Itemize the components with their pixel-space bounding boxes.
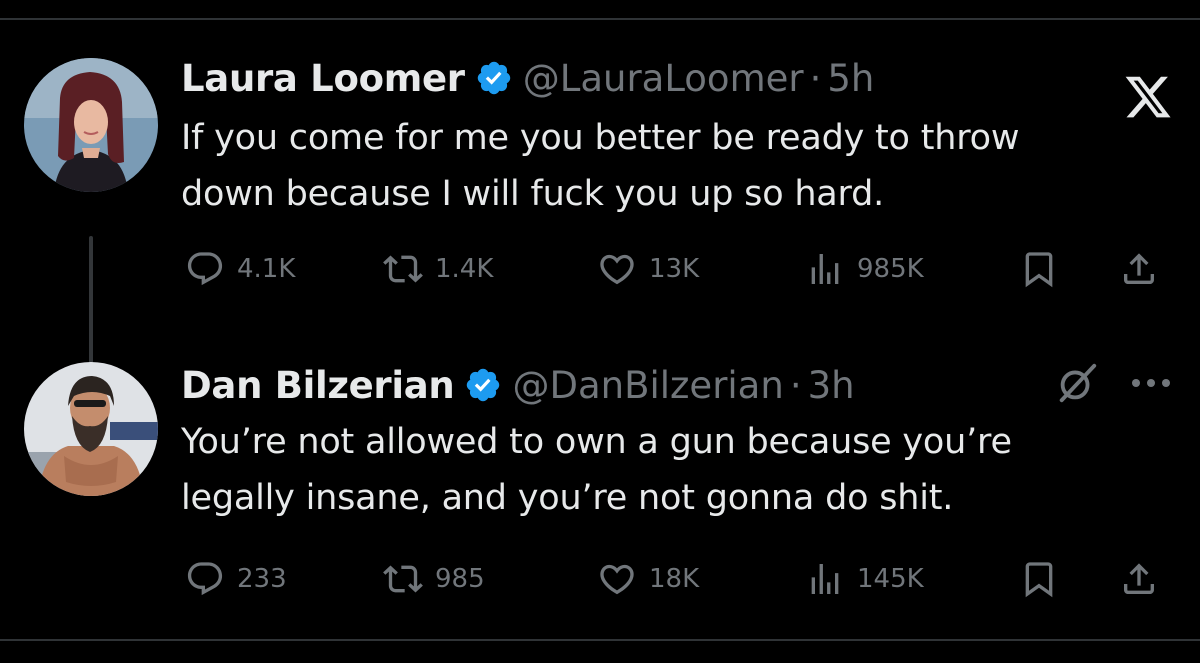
action-bar: 4.1K 1.4K 13K 985K xyxy=(181,244,1170,294)
tweet-header: Dan Bilzerian @DanBilzerian · 3h xyxy=(181,355,855,415)
like-button[interactable]: 13K xyxy=(597,244,699,294)
reply-count: 233 xyxy=(237,564,287,594)
tweet-text-line: You’re not allowed to own a gun because … xyxy=(181,422,1012,462)
bookmark-icon xyxy=(1025,252,1053,288)
share-icon xyxy=(1124,253,1154,284)
reply-count: 4.1K xyxy=(237,254,296,284)
repost-icon xyxy=(383,255,423,283)
more-icon[interactable] xyxy=(1128,376,1174,390)
tweet-text-line: legally insane, and you’re not gonna do … xyxy=(181,478,954,518)
views-count: 985K xyxy=(857,254,924,284)
tweet-text: If you come for me you better be ready t… xyxy=(181,110,1181,222)
author-handle[interactable]: @LauraLoomer xyxy=(523,57,804,100)
share-button[interactable] xyxy=(1119,554,1159,604)
grok-icon[interactable] xyxy=(1054,360,1100,406)
tweet-text-line: If you come for me you better be ready t… xyxy=(181,118,1020,158)
action-bar: 233 985 18K 145K xyxy=(181,554,1170,604)
bookmark-button[interactable] xyxy=(1019,244,1059,294)
views-count: 145K xyxy=(857,564,924,594)
views-icon xyxy=(811,564,839,594)
views-button[interactable]: 985K xyxy=(805,244,924,294)
tweet-text: You’re not allowed to own a gun because … xyxy=(181,414,1181,526)
tweet-dan-bilzerian[interactable]: Dan Bilzerian @DanBilzerian · 3h You’re … xyxy=(0,350,1200,630)
avatar[interactable] xyxy=(24,58,158,192)
reply-button[interactable]: 4.1K xyxy=(185,244,295,294)
reply-icon xyxy=(187,252,223,286)
like-count: 13K xyxy=(649,254,700,284)
timestamp[interactable]: 5h xyxy=(827,57,874,100)
separator-dot: · xyxy=(789,363,802,407)
like-icon xyxy=(600,254,634,285)
tweet-laura-loomer[interactable]: Laura Loomer @LauraLoomer · 5h If you co… xyxy=(0,38,1200,388)
tweet-text-line: down because I will fuck you up so hard. xyxy=(181,174,885,214)
verified-badge-icon xyxy=(467,368,500,402)
tweet-header: Laura Loomer @LauraLoomer · 5h xyxy=(181,48,874,108)
bookmark-button[interactable] xyxy=(1019,554,1059,604)
repost-button[interactable]: 985 xyxy=(383,554,485,604)
like-count: 18K xyxy=(649,564,700,594)
share-icon xyxy=(1124,563,1154,594)
bottom-divider xyxy=(0,639,1200,641)
like-icon xyxy=(600,564,634,595)
verified-badge-icon xyxy=(477,61,510,95)
timestamp[interactable]: 3h xyxy=(808,364,855,407)
views-button[interactable]: 145K xyxy=(805,554,924,604)
avatar[interactable] xyxy=(24,362,158,496)
author-name[interactable]: Laura Loomer xyxy=(181,57,465,100)
repost-button[interactable]: 1.4K xyxy=(383,244,493,294)
repost-count: 1.4K xyxy=(435,254,494,284)
views-icon xyxy=(811,254,839,284)
top-divider xyxy=(0,18,1200,20)
author-name[interactable]: Dan Bilzerian xyxy=(181,364,455,407)
share-button[interactable] xyxy=(1119,244,1159,294)
reply-button[interactable]: 233 xyxy=(185,554,287,604)
author-handle[interactable]: @DanBilzerian xyxy=(512,364,783,407)
bookmark-icon xyxy=(1025,562,1053,598)
like-button[interactable]: 18K xyxy=(597,554,699,604)
repost-count: 985 xyxy=(435,564,485,594)
repost-icon xyxy=(383,565,423,593)
separator-dot: · xyxy=(809,56,822,100)
reply-icon xyxy=(187,562,223,596)
